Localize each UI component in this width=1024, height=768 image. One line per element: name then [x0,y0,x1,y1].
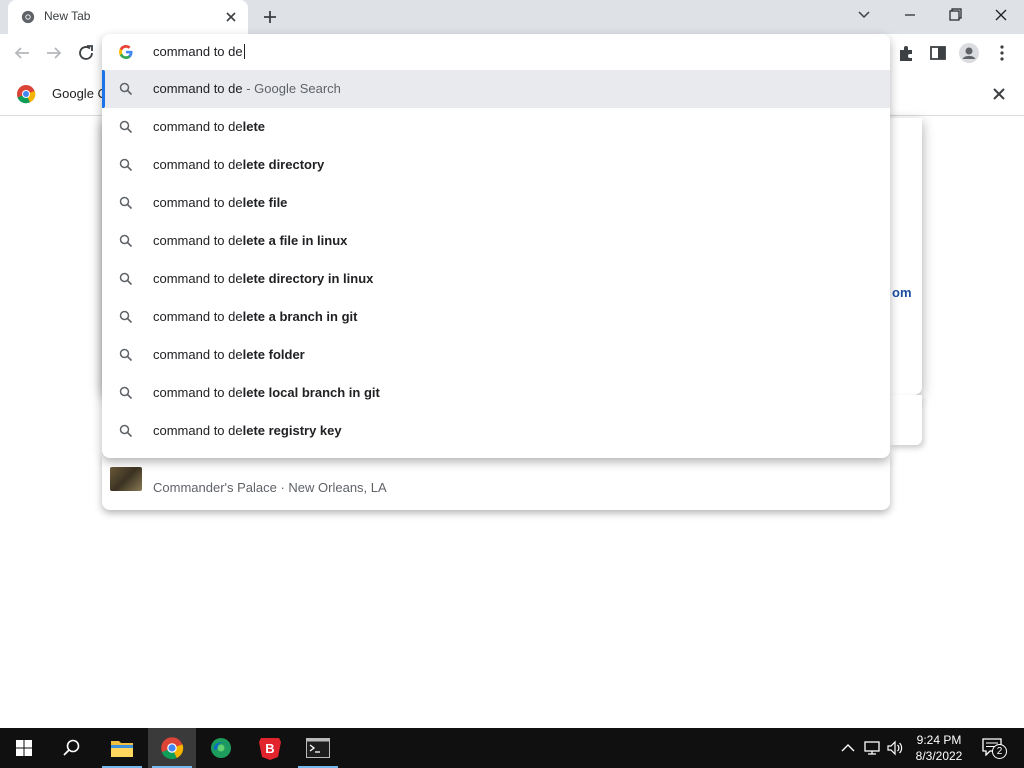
search-icon [119,82,133,96]
forward-icon[interactable] [43,42,65,64]
notification-badge: 2 [992,744,1007,759]
minimize-button[interactable] [898,5,922,25]
suggestion-item[interactable]: command to delete a branch in git [102,298,890,336]
tab-title: New Tab [44,9,91,23]
chevron-up-icon[interactable] [838,738,858,758]
start-button[interactable] [0,728,48,768]
menu-icon[interactable] [991,42,1013,64]
suggestion-text: command to de - Google Search [153,81,341,96]
search-icon [119,272,133,286]
text-caret [243,44,245,59]
brave-icon: B [259,738,281,760]
suggestion-item[interactable]: command to delete directory in linux [102,260,890,298]
suggestion-item[interactable]: command to delete local branch in git [102,374,890,412]
clock-time: 9:24 PM [916,733,962,747]
bookmark-google-chrome[interactable]: Google C [52,86,107,101]
suggestion-text: command to delete [153,119,266,134]
profile-avatar[interactable] [958,42,980,64]
search-icon [63,739,80,756]
new-tab-button[interactable] [260,7,280,27]
svg-text:B: B [265,741,274,756]
suggestion-text: command to delete directory [153,157,325,172]
tab-strip: New Tab [0,0,1024,34]
close-bookmarks-banner-icon[interactable] [990,85,1008,103]
search-icon [119,424,133,438]
side-panel-icon[interactable] [927,42,949,64]
search-icon [119,348,133,362]
notification-center-button[interactable]: 2 [982,736,1008,760]
close-window-button[interactable] [989,5,1013,25]
suggestion-item[interactable]: command to delete folder [102,336,890,374]
search-button[interactable] [48,728,96,768]
search-icon [119,158,133,172]
chrome-taskbar-button[interactable] [148,728,196,768]
suggestion-text: command to delete a file in linux [153,233,348,248]
background-card-edge [890,395,922,445]
suggestion-text: command to delete local branch in git [153,385,380,400]
search-icon [119,120,133,134]
selection-indicator [102,70,105,108]
edge-taskbar-button[interactable] [197,728,245,768]
terminal-taskbar-button[interactable] [294,728,342,768]
search-icon [119,234,133,248]
search-icon [119,196,133,210]
search-icon [119,386,133,400]
clock-date: 8/3/2022 [915,749,963,763]
google-g-icon [119,45,133,59]
terminal-icon [306,738,330,758]
edge-icon [211,738,231,758]
back-icon[interactable] [11,42,33,64]
network-icon[interactable] [862,738,882,758]
chrome-icon [161,737,184,760]
omnibox-input[interactable]: command to de [153,44,245,59]
brave-taskbar-button[interactable]: B [246,728,294,768]
folder-icon [111,741,133,757]
suggestion-item[interactable]: command to de - Google Search [102,70,890,108]
file-explorer-button[interactable] [98,728,146,768]
recent-item-label: Commander's Palace · New Orleans, LA [153,480,387,495]
windows-taskbar: B 9:24 PM 8/3/2022 2 [0,728,1024,768]
suggestion-item[interactable]: command to delete registry key [102,412,890,450]
suggestion-text: command to delete directory in linux [153,271,374,286]
recent-item-card[interactable]: Commander's Palace · New Orleans, LA [102,455,890,510]
address-bar[interactable]: command to de [102,34,890,70]
system-clock[interactable]: 9:24 PM 8/3/2022 [900,732,978,764]
extensions-icon[interactable] [895,42,917,64]
search-icon [119,310,133,324]
suggestion-item[interactable]: command to delete a file in linux [102,222,890,260]
suggestion-text: command to delete a branch in git [153,309,358,324]
omnibox-dropdown: command to de command to de - Google Sea… [102,34,890,458]
restore-button[interactable] [943,5,967,25]
chrome-logo-icon [17,85,36,104]
close-tab-icon[interactable] [222,8,240,26]
reload-icon[interactable] [75,42,97,64]
suggestion-text: command to delete registry key [153,423,342,438]
restaurant-thumbnail [110,467,142,491]
chrome-icon [21,10,35,24]
suggestion-item[interactable]: command to delete [102,108,890,146]
background-link-fragment[interactable]: om [892,285,912,300]
tab-new-tab[interactable]: New Tab [8,0,248,34]
tab-search-icon[interactable] [852,5,876,25]
suggestion-text: command to delete file [153,195,288,210]
windows-logo-icon [16,740,32,756]
suggestion-item[interactable]: command to delete directory [102,146,890,184]
suggestion-text: command to delete folder [153,347,305,362]
suggestion-item[interactable]: command to delete file [102,184,890,222]
